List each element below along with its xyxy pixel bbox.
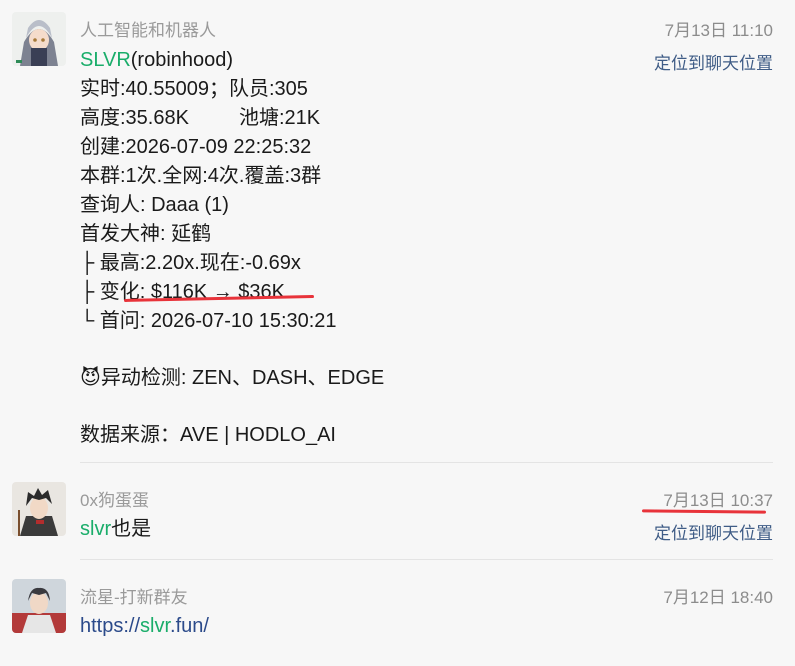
divider: [80, 462, 773, 463]
devil-emoji-icon: 😈: [80, 367, 101, 389]
message-2: 0x狗蛋蛋 7月13日 10:37 定位到聊天位置 slvr也是: [0, 470, 795, 560]
max-now-line: ├ 最高:2.20x.现在:-0.69x: [80, 252, 301, 274]
avatar-anime-boy[interactable]: [12, 579, 66, 633]
message-time: 7月12日 18:40: [663, 588, 773, 607]
red-annotation-underline: [641, 509, 767, 514]
sender-name: 流星-打新群友: [80, 588, 188, 607]
message-time: 7月13日 10:37: [663, 491, 773, 510]
first-caller-line: 首发大神: 延鹤: [80, 223, 212, 245]
avatar-robot-girl[interactable]: [12, 12, 66, 66]
message-3: 流星-打新群友 7月12日 18:40 https://slvr.fun/: [0, 567, 795, 666]
token-title-line: SLVR(robinhood): [80, 46, 384, 75]
token-symbol[interactable]: SLVR: [80, 49, 131, 71]
source-line: 数据来源：AVE | HODLO_AI: [80, 424, 336, 446]
url-link-suffix[interactable]: .fun/: [170, 615, 209, 637]
sender-name: 人工智能和机器人: [80, 21, 216, 40]
message-1: 人工智能和机器人 7月13日 11:10 定位到聊天位置 SLVR(robinh…: [0, 0, 795, 462]
url-link-prefix[interactable]: https://: [80, 615, 140, 637]
first-ask-line: └ 首问: 2026-07-10 15:30:21: [80, 310, 337, 332]
alert-line: 😈异动检测: ZEN、DASH、EDGE: [80, 364, 384, 393]
divider: [80, 559, 773, 560]
height-pool-line: 高度:35.68K 池塘:21K: [80, 107, 321, 129]
realtime-line: 实时:40.55009；队员:305: [80, 78, 308, 100]
token-mention[interactable]: slvr: [80, 518, 111, 540]
message-body: https://slvr.fun/: [80, 612, 209, 641]
querier-line: 查询人: Daaa (1): [80, 194, 229, 216]
url-link-mention[interactable]: slvr: [140, 615, 170, 637]
created-line: 创建:2026-07-09 22:25:32: [80, 136, 312, 158]
message-time: 7月13日 11:10: [664, 21, 773, 40]
change-line: ├ 变化: $116K → $36K: [80, 281, 286, 303]
locate-in-chat-link[interactable]: 定位到聊天位置: [654, 49, 773, 74]
token-suffix: (robinhood): [130, 49, 234, 71]
sender-name: 0x狗蛋蛋: [80, 491, 149, 510]
locate-in-chat-link[interactable]: 定位到聊天位置: [654, 519, 773, 544]
message-body: slvr也是: [80, 515, 151, 544]
message-body: SLVR(robinhood) 实时:40.55009；队员:305 高度:35…: [80, 46, 384, 450]
message-text: 也是: [111, 518, 152, 540]
avatar-samurai[interactable]: [12, 482, 66, 536]
alert-text: 异动检测: ZEN、DASH、EDGE: [100, 367, 385, 389]
group-count-line: 本群:1次.全网:4次.覆盖:3群: [80, 165, 322, 187]
